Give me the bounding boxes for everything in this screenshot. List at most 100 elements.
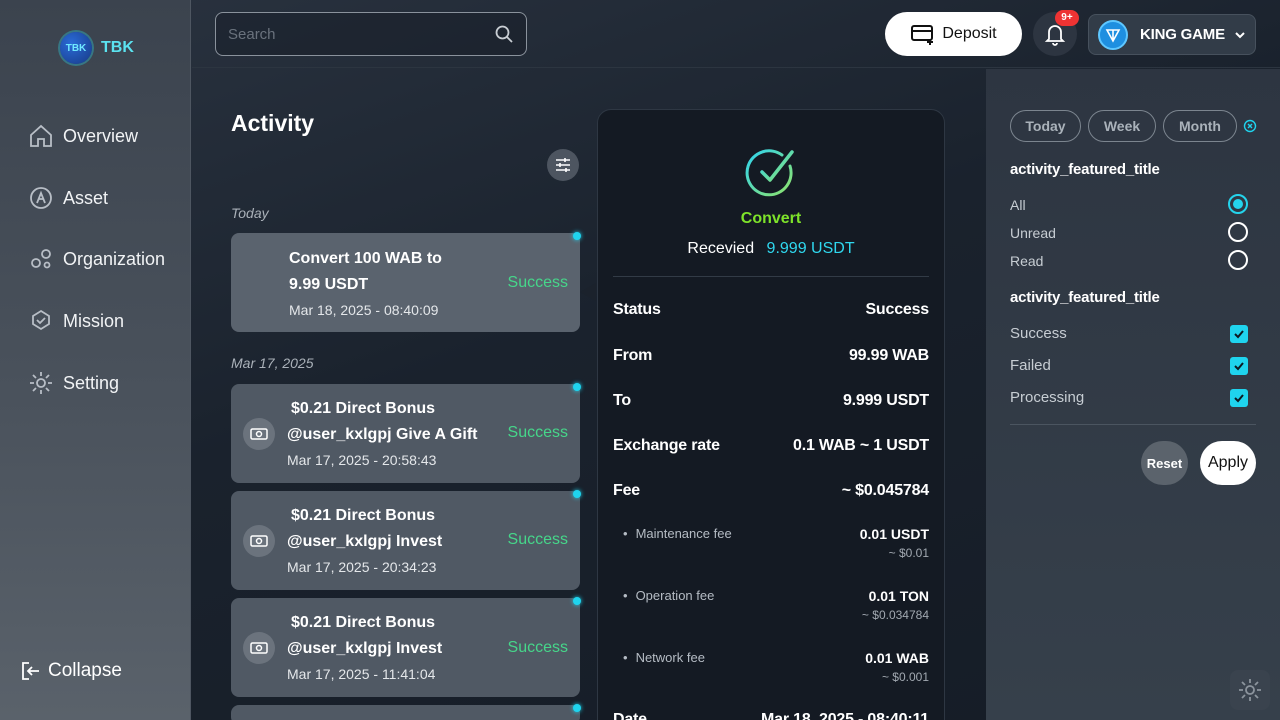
fee-value: 0.01 WAB <box>865 650 929 666</box>
radio-button[interactable] <box>1228 222 1248 242</box>
filter-section-title: activity_featured_title <box>1010 289 1160 306</box>
brand-logo[interactable]: TBK TBK <box>60 32 134 64</box>
account-name: KING GAME <box>1140 26 1225 43</box>
transaction-type: Convert <box>740 210 802 227</box>
received-amount: 9.999 USDT <box>766 240 855 257</box>
activity-card[interactable]: Convert 100 WAB to 9.99 USDT Mar 18, 202… <box>231 232 581 332</box>
deposit-button[interactable]: Deposit <box>885 12 1022 56</box>
status-option-processing[interactable]: Processing <box>1010 389 1256 407</box>
brand-logo-badge: TBK <box>60 32 92 64</box>
date-group-label: Mar 17, 2025 <box>231 355 314 371</box>
asset-icon <box>30 187 52 209</box>
status-badge: Success <box>507 274 568 291</box>
sidebar: TBK TBK Overview Asset Organization Miss… <box>0 0 191 720</box>
option-label: Processing <box>1010 389 1085 406</box>
filter-button[interactable] <box>547 149 579 181</box>
activity-card[interactable]: $0.21 Direct Bonus @user_kxlgpj Give A G… <box>231 383 581 483</box>
sidebar-item-overview[interactable]: Overview <box>28 123 138 149</box>
period-month-button[interactable]: Month <box>1163 110 1237 142</box>
status-option-success[interactable]: Success <box>1010 325 1256 343</box>
activity-detail-panel: Convert Recevied 9.999 USDT Status Succe… <box>597 109 945 720</box>
clear-period-icon[interactable] <box>1243 119 1257 133</box>
detail-value: 9.999 USDT <box>842 392 929 409</box>
mission-icon <box>32 309 50 331</box>
sidebar-item-mission[interactable]: Mission <box>28 308 124 334</box>
collapse-button[interactable]: Collapse <box>20 660 122 682</box>
sidebar-item-organization[interactable]: Organization <box>28 246 165 272</box>
topbar: Deposit 9+ KING GAME <box>192 0 1280 68</box>
fee-label: Operation fee <box>623 588 715 603</box>
received-summary: Recevied 9.999 USDT <box>598 240 944 258</box>
fee-value: 0.01 TON <box>868 588 929 604</box>
sidebar-item-label: Asset <box>63 187 109 208</box>
page-title: Activity <box>231 110 315 136</box>
collapse-label: Collapse <box>48 660 122 681</box>
radio-button[interactable] <box>1228 194 1248 214</box>
avatar <box>1098 19 1128 50</box>
detail-label: Date <box>613 711 647 720</box>
status-badge: Success <box>507 531 568 548</box>
check-icon <box>1234 330 1244 339</box>
success-check-icon <box>745 149 794 197</box>
ton-icon <box>1105 28 1121 43</box>
activity-title-line1: Convert 100 WAB to <box>289 250 442 267</box>
fee-usd: ~ $0.01 <box>888 546 929 560</box>
detail-value: 0.1 WAB ~ 1 USDT <box>793 437 929 454</box>
status-option-failed[interactable]: Failed <box>1010 357 1256 375</box>
activity-title-line1: $0.21 Direct Bonus <box>291 400 436 417</box>
sliders-icon <box>556 158 570 172</box>
detail-label: Exchange rate <box>613 437 720 454</box>
filter-section-title: activity_featured_title <box>1010 161 1160 178</box>
fee-usd: ~ $0.034784 <box>861 608 929 622</box>
activity-card[interactable] <box>231 704 581 720</box>
search-input[interactable] <box>216 13 526 55</box>
checkbox[interactable] <box>1230 357 1248 375</box>
radio-button[interactable] <box>1228 250 1248 270</box>
cash-icon <box>243 418 275 450</box>
read-option-read[interactable]: Read <box>1010 250 1256 270</box>
activity-title-line2: 9.99 USDT <box>289 276 369 293</box>
status-badge: Success <box>507 424 568 441</box>
read-option-unread[interactable]: Unread <box>1010 222 1256 242</box>
checkbox[interactable] <box>1230 389 1248 407</box>
check-icon <box>1234 394 1244 403</box>
sidebar-item-label: Setting <box>63 372 120 393</box>
period-week-button[interactable]: Week <box>1088 110 1156 142</box>
option-label: Unread <box>1010 225 1056 241</box>
read-option-all[interactable]: All <box>1010 194 1256 214</box>
wallet-card-icon <box>911 25 934 45</box>
apply-button[interactable]: Apply <box>1200 441 1256 485</box>
status-badge: Success <box>507 639 568 656</box>
activity-card[interactable]: $0.21 Direct Bonus @user_kxlgpj Invest M… <box>231 597 581 697</box>
search-icon[interactable] <box>494 24 514 44</box>
fee-label: Maintenance fee <box>623 526 732 541</box>
checkbox[interactable] <box>1230 325 1248 343</box>
fee-value: 0.01 USDT <box>859 526 929 542</box>
reset-button[interactable]: Reset <box>1141 441 1188 485</box>
fee-label: Network fee <box>623 650 705 665</box>
activity-card[interactable]: $0.21 Direct Bonus @user_kxlgpj Invest M… <box>231 490 581 590</box>
detail-label: Status <box>613 301 661 318</box>
collapse-icon <box>22 662 39 680</box>
divider <box>1010 424 1256 425</box>
chevron-down-icon <box>1235 32 1245 39</box>
period-today-button[interactable]: Today <box>1010 110 1081 142</box>
organization-icon <box>31 249 51 269</box>
account-selector[interactable]: KING GAME <box>1088 14 1256 55</box>
unread-dot <box>573 383 581 391</box>
sidebar-item-asset[interactable]: Asset <box>28 185 108 211</box>
unread-dot <box>573 704 581 712</box>
sidebar-item-label: Mission <box>63 310 125 331</box>
filter-panel: Today Week Month activity_featured_title… <box>986 69 1280 720</box>
unread-dot <box>573 490 581 498</box>
detail-row-exchange-rate: Exchange rate 0.1 WAB ~ 1 USDT <box>613 437 929 455</box>
gear-icon <box>1239 679 1261 701</box>
check-icon <box>1234 362 1244 371</box>
option-label: Success <box>1010 325 1067 342</box>
option-label: All <box>1010 197 1026 213</box>
activity-time: Mar 17, 2025 - 20:58:43 <box>287 452 437 468</box>
sidebar-item-setting[interactable]: Setting <box>28 370 119 396</box>
notification-button[interactable]: 9+ <box>1033 10 1079 56</box>
selection-pointer <box>580 283 596 301</box>
settings-widget-button[interactable] <box>1230 670 1270 710</box>
